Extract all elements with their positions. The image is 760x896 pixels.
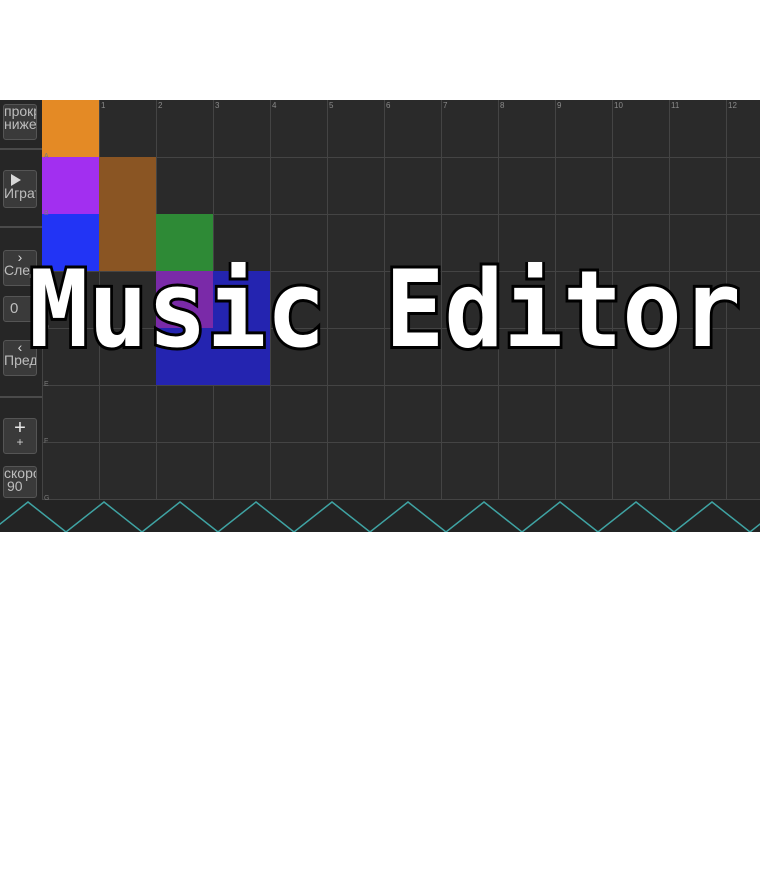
- column-number: 2: [158, 101, 163, 110]
- note-cell[interactable]: [42, 157, 99, 214]
- scroll-down-button[interactable]: прокрутить ниже: [3, 104, 37, 140]
- column-number: 4: [272, 101, 277, 110]
- column-number: 1: [101, 101, 106, 110]
- add-button[interactable]: + +: [3, 418, 37, 454]
- row-label: F: [44, 438, 49, 445]
- plus-small-icon: +: [16, 435, 24, 449]
- column-number: 11: [671, 101, 680, 110]
- sidebar-divider: [0, 226, 42, 228]
- column-number: 3: [215, 101, 220, 110]
- grid-row-line: [42, 442, 760, 443]
- row-label: E: [44, 381, 49, 388]
- column-number: 10: [614, 101, 623, 110]
- column-number: 7: [443, 101, 448, 110]
- column-number: 9: [557, 101, 562, 110]
- play-label: Играть: [4, 185, 36, 201]
- column-number: 8: [500, 101, 505, 110]
- waveform-strip: [0, 500, 760, 532]
- title-text: Music Editor: [29, 262, 741, 371]
- tempo-value: 90: [7, 478, 23, 494]
- note-cell[interactable]: [99, 157, 156, 214]
- sidebar-divider: [0, 148, 42, 150]
- note-cell[interactable]: [42, 100, 99, 157]
- waveform-line: [0, 501, 760, 532]
- column-number: 5: [329, 101, 334, 110]
- column-number: 6: [386, 101, 391, 110]
- row-label: A: [44, 153, 49, 160]
- play-button[interactable]: Играть: [3, 170, 37, 208]
- grid-row-line: [42, 385, 760, 386]
- scroll-down-label: прокрутить ниже: [4, 104, 37, 132]
- row-label: B: [44, 210, 49, 217]
- page-value: 0: [10, 300, 19, 317]
- app-title: Music Editor: [26, 262, 744, 372]
- tempo-field[interactable]: скорость 90: [3, 466, 37, 498]
- column-number: 12: [728, 101, 737, 110]
- sidebar-divider: [0, 396, 42, 398]
